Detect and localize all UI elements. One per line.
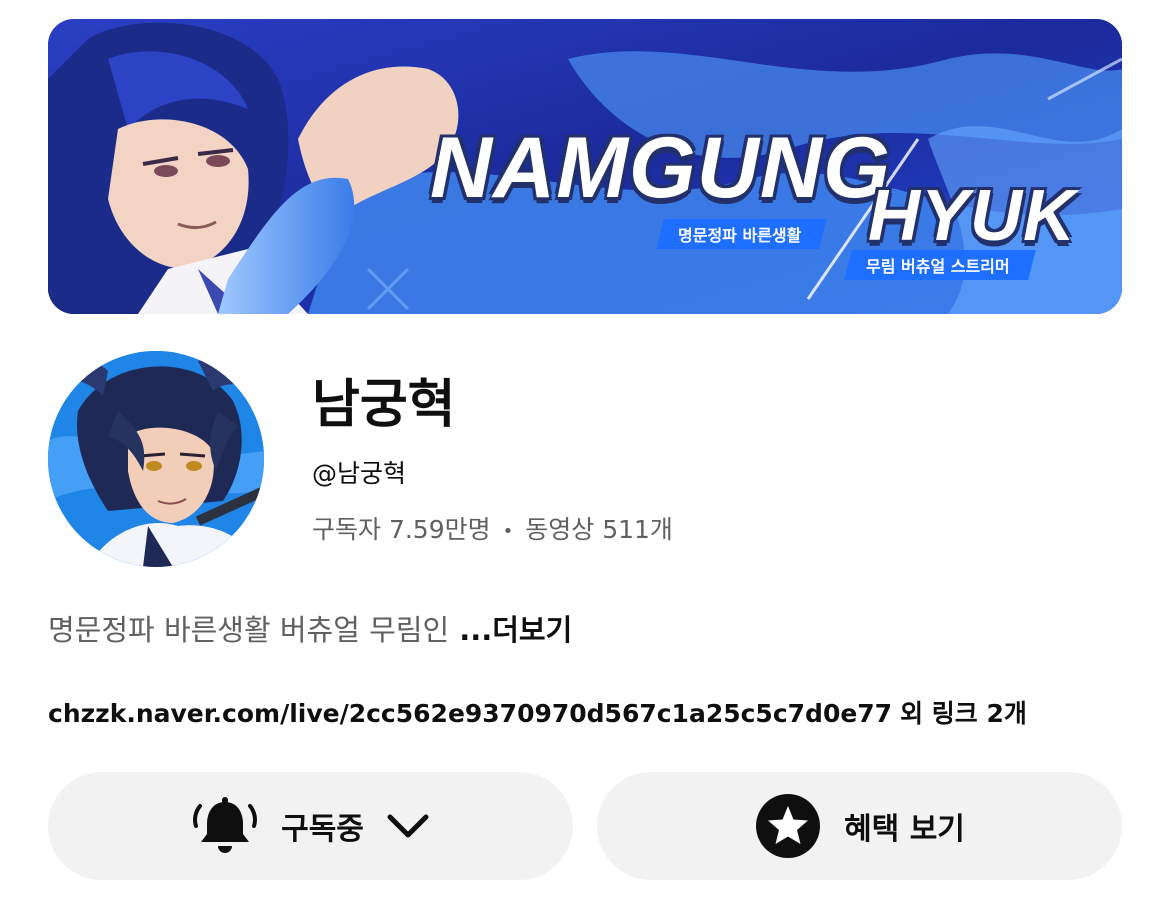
channel-banner: NAMGUNG HYUK 명문정파 바른생활 무림 버츄얼 스트리머	[48, 19, 1122, 314]
channel-name: 남궁혁	[312, 375, 456, 435]
channel-description[interactable]: 명문정파 바른생활 버츄얼 무림인 ...더보기	[48, 607, 572, 649]
banner-title-line1: NAMGUNG	[430, 120, 891, 216]
subscriber-count: 구독자 7.59만명	[312, 515, 491, 544]
banner-title-line2: HYUK	[868, 176, 1077, 256]
channel-page: NAMGUNG HYUK 명문정파 바른생활 무림 버츄얼 스트리머 남궁혁 @…	[0, 0, 1169, 924]
banner-tagline-1-text: 명문정파 바른생활	[678, 226, 802, 245]
more-link[interactable]: ...더보기	[459, 613, 572, 647]
banner-tagline-2: 무림 버츄얼 스트리머	[844, 250, 1036, 280]
description-text: 명문정파 바른생활 버츄얼 무림인	[48, 613, 450, 647]
channel-stats: 구독자 7.59만명 • 동영상 511개	[312, 510, 673, 546]
channel-links[interactable]: chzzk.naver.com/live/2cc562e9370970d567c…	[48, 694, 1027, 730]
subscribed-button[interactable]: 구독중	[48, 772, 573, 880]
banner-tagline-2-text: 무림 버츄얼 스트리머	[866, 257, 1010, 276]
additional-links[interactable]: 외 링크 2개	[900, 699, 1027, 728]
channel-handle: @남궁혁	[312, 459, 407, 488]
star-circle-icon	[754, 792, 822, 860]
avatar-artwork	[48, 351, 264, 567]
bell-ringing-icon	[191, 792, 259, 860]
stats-separator: •	[502, 520, 514, 542]
video-count: 동영상 511개	[525, 515, 673, 544]
channel-avatar[interactable]	[48, 351, 264, 567]
subscribed-label: 구독중	[281, 812, 364, 847]
primary-link[interactable]: chzzk.naver.com/live/2cc562e9370970d567c…	[48, 699, 892, 728]
chevron-down-icon	[386, 811, 430, 841]
view-benefits-label: 혜택 보기	[844, 812, 965, 847]
banner-tagline-1: 명문정파 바른생활	[656, 219, 828, 249]
view-benefits-button[interactable]: 혜택 보기	[597, 772, 1122, 880]
